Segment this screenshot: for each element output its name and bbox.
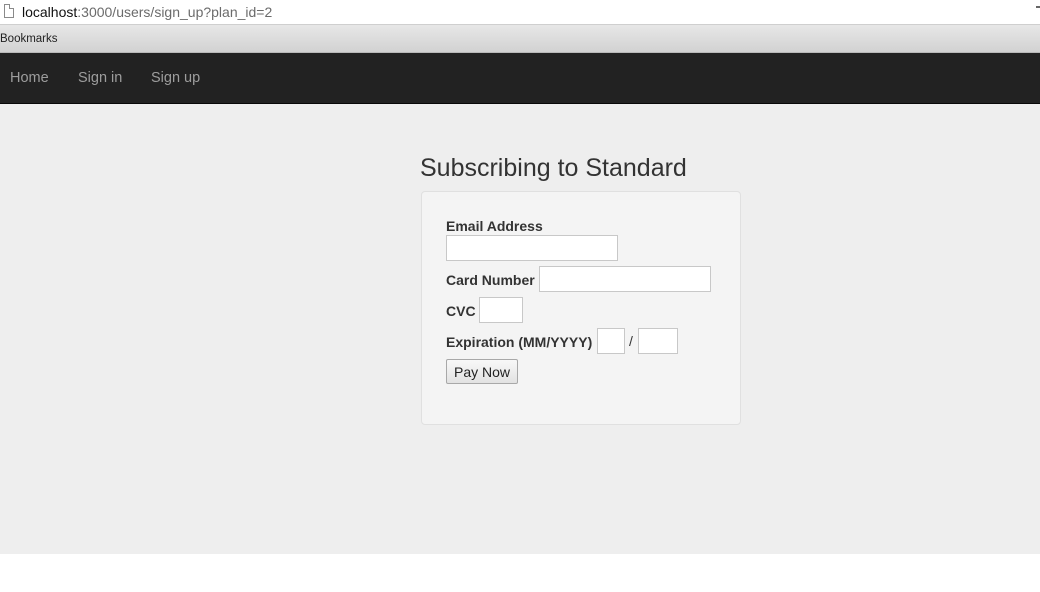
bookmarks-bar: Bookmarks bbox=[0, 25, 1040, 53]
expiration-label: Expiration (MM/YYYY) bbox=[446, 334, 593, 350]
nav-link-sign-in[interactable]: Sign in bbox=[78, 69, 122, 87]
email-field[interactable] bbox=[446, 235, 618, 261]
exp-year-field[interactable] bbox=[638, 328, 678, 354]
exp-separator: / bbox=[629, 333, 633, 349]
card-number-label: Card Number bbox=[446, 272, 535, 288]
page-title: Subscribing to Standard bbox=[420, 154, 687, 182]
browser-address-bar[interactable]: localhost:3000/users/sign_up?plan_id=2 bbox=[0, 0, 1040, 25]
subscription-form: Email Address Card Number CVC Expiration… bbox=[421, 191, 741, 425]
cvc-field[interactable] bbox=[479, 297, 523, 323]
cvc-label: CVC bbox=[446, 303, 476, 319]
exp-month-field[interactable] bbox=[597, 328, 625, 354]
bookmarks-label[interactable]: Bookmarks bbox=[0, 32, 58, 46]
url-host: localhost bbox=[22, 4, 78, 20]
pay-now-button[interactable]: Pay Now bbox=[446, 359, 518, 384]
top-navbar: Home Sign in Sign up bbox=[0, 53, 1040, 104]
nav-link-sign-up[interactable]: Sign up bbox=[151, 69, 200, 87]
nav-link-home[interactable]: Home bbox=[10, 69, 49, 87]
url-text[interactable]: localhost:3000/users/sign_up?plan_id=2 bbox=[22, 4, 272, 20]
page-icon bbox=[4, 4, 14, 18]
email-label: Email Address bbox=[446, 218, 543, 234]
card-number-field[interactable] bbox=[539, 266, 711, 292]
page-content: Subscribing to Standard Email Address Ca… bbox=[0, 104, 1040, 554]
menu-icon[interactable] bbox=[1036, 6, 1040, 20]
url-path: :3000/users/sign_up?plan_id=2 bbox=[77, 4, 273, 20]
